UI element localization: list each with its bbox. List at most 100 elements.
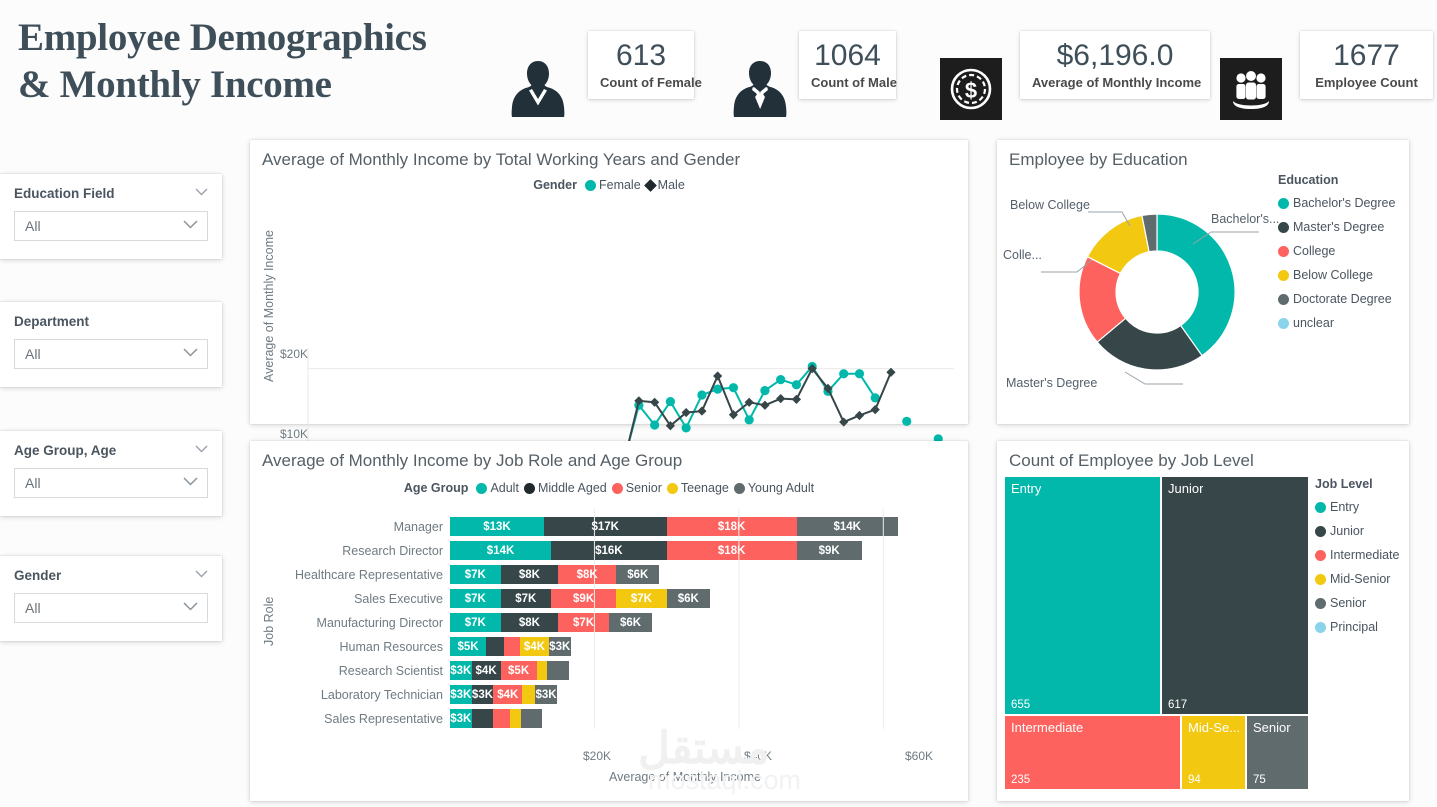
legend-item-doctorate[interactable]: Doctorate Degree <box>1278 292 1395 306</box>
legend-item-below-college[interactable]: Below College <box>1278 268 1395 282</box>
chevron-down-icon[interactable] <box>183 348 198 360</box>
bar-segment[interactable]: $5K <box>500 661 537 680</box>
bar-segment[interactable] <box>522 685 536 704</box>
bar-row[interactable]: $13K $17K $18K $14K <box>450 517 898 536</box>
treemap-cell-entry[interactable]: Entry 655 <box>1005 477 1160 714</box>
slicer-dropdown[interactable]: All <box>14 593 208 623</box>
bar-row[interactable]: $3K $3K $4K $3K <box>450 685 557 704</box>
treemap-cell-junior[interactable]: Junior 617 <box>1162 477 1308 714</box>
bar-segment[interactable]: $14K <box>450 541 552 560</box>
legend-item-senior[interactable]: Senior <box>611 481 662 495</box>
bar-segment[interactable]: $13K <box>450 517 544 536</box>
bar-row[interactable]: $7K $7K $9K $7K $6K <box>450 589 710 608</box>
chevron-down-icon[interactable] <box>195 188 208 199</box>
bar-segment[interactable]: $16K <box>551 541 667 560</box>
legend-item-mid-senior[interactable]: Mid-Senior <box>1315 572 1399 586</box>
bar-segment[interactable] <box>546 661 570 680</box>
legend-item-unclear[interactable]: unclear <box>1278 316 1395 330</box>
legend-item-middle-aged[interactable]: Middle Aged <box>523 481 607 495</box>
bar-segment[interactable]: $3K <box>471 685 494 704</box>
bar-segment[interactable]: $6K <box>608 613 653 632</box>
kpi-card-employee[interactable]: 1677 Employee Count <box>1300 31 1433 99</box>
bar-segment[interactable]: $14K <box>796 517 898 536</box>
bar-segment[interactable]: $3K <box>548 637 571 656</box>
bar-segment[interactable] <box>492 709 510 728</box>
bar-segment[interactable]: $5K <box>450 637 487 656</box>
visual-line-chart[interactable]: Average of Monthly Income by Total Worki… <box>250 140 968 554</box>
visual-bar-chart[interactable]: Average of Monthly Income by Job Role an… <box>250 441 968 801</box>
bar-segment[interactable] <box>509 709 521 728</box>
treemap-cell-intermediate[interactable]: Intermediate 235 <box>1005 716 1180 789</box>
legend-item-masters[interactable]: Master's Degree <box>1278 220 1395 234</box>
bar-segment[interactable]: $4K <box>471 661 501 680</box>
bar-row[interactable]: $7K $8K $7K $6K <box>450 613 653 632</box>
slicer-gender[interactable]: Gender All <box>0 556 222 641</box>
bar-segment[interactable]: $7K <box>450 589 501 608</box>
visual-treemap[interactable]: Count of Employee by Job Level Entry 655… <box>997 441 1409 801</box>
kpi-card-male[interactable]: 1064 Count of Male <box>799 31 897 99</box>
slicer-dropdown[interactable]: All <box>14 468 208 498</box>
kpi-card-income[interactable]: $6,196.0 Average of Monthly Income <box>1020 31 1210 99</box>
bar-segment[interactable]: $7K <box>558 613 609 632</box>
treemap-cell-senior[interactable]: Senior 75 <box>1247 716 1308 789</box>
bar-segment[interactable]: $9K <box>551 589 617 608</box>
bar-segment[interactable]: $8K <box>558 565 617 584</box>
treemap-cell-mid-senior[interactable]: Mid-Se... 94 <box>1182 716 1245 789</box>
slicer-department[interactable]: Department All <box>0 302 222 387</box>
bar-row[interactable]: $3K $4K $5K <box>450 661 570 680</box>
bar-segment[interactable] <box>504 637 521 656</box>
bar-segment[interactable]: $3K <box>450 661 472 680</box>
bar-segment[interactable]: $7K <box>616 589 667 608</box>
chevron-down-icon[interactable] <box>195 445 208 456</box>
y-axis-title: Job Role <box>262 596 276 646</box>
visual-donut-chart[interactable]: Employee by Education Below College Coll… <box>997 140 1409 424</box>
bar-row[interactable]: $5K $4K $3K <box>450 637 571 656</box>
bar-segment[interactable]: $3K <box>535 685 557 704</box>
bar-segment[interactable]: $6K <box>616 565 660 584</box>
bar-row[interactable]: $14K $16K $18K $9K <box>450 541 862 560</box>
legend-item-teenage[interactable]: Teenage <box>666 481 729 495</box>
kpi-value: 1064 <box>814 39 881 72</box>
legend-item-young-adult[interactable]: Young Adult <box>733 481 814 495</box>
legend-item-senior[interactable]: Senior <box>1315 596 1399 610</box>
bar-segment[interactable]: $4K <box>520 637 549 656</box>
bar-segment[interactable]: $3K <box>450 685 472 704</box>
chevron-down-icon[interactable] <box>183 220 198 232</box>
bar-segment[interactable]: $7K <box>450 613 501 632</box>
bar-segment[interactable] <box>536 661 547 680</box>
bar-segment[interactable]: $7K <box>500 589 552 608</box>
bar-segment[interactable]: $3K <box>450 709 472 728</box>
chevron-down-icon[interactable] <box>195 570 208 581</box>
legend-item-principal[interactable]: Principal <box>1315 620 1399 634</box>
slicer-dropdown[interactable]: All <box>14 339 208 369</box>
bar-row[interactable]: $3K <box>450 709 542 728</box>
bar-segment[interactable]: $18K <box>666 541 797 560</box>
bar-segment[interactable]: $17K <box>543 517 667 536</box>
bar-segment[interactable]: $9K <box>796 541 862 560</box>
bar-segment[interactable] <box>520 709 542 728</box>
bar-segment[interactable] <box>486 637 505 656</box>
bar-segment[interactable]: $4K <box>493 685 523 704</box>
bar-segment[interactable]: $6K <box>666 589 710 608</box>
bar-row[interactable]: $7K $8K $8K $6K <box>450 565 660 584</box>
chevron-down-icon[interactable] <box>183 602 198 614</box>
legend-item-entry[interactable]: Entry <box>1315 500 1399 514</box>
legend-swatch <box>666 482 678 494</box>
legend-item-college[interactable]: College <box>1278 244 1395 258</box>
legend-swatch <box>523 482 535 494</box>
slicer-dropdown[interactable]: All <box>14 211 208 241</box>
legend-item-junior[interactable]: Junior <box>1315 524 1399 538</box>
kpi-card-female[interactable]: 613 Count of Female <box>588 31 702 99</box>
legend-item-intermediate[interactable]: Intermediate <box>1315 548 1399 562</box>
bar-segment[interactable]: $8K <box>500 613 559 632</box>
slicer-education-field[interactable]: Education Field All <box>0 174 222 259</box>
chevron-down-icon[interactable] <box>183 477 198 489</box>
bar-segment[interactable]: $18K <box>666 517 797 536</box>
bar-segment[interactable] <box>471 709 493 728</box>
bar-segment[interactable]: $7K <box>450 565 501 584</box>
slicer-age-group[interactable]: Age Group, Age All <box>0 431 222 516</box>
treemap-cell-value: 617 <box>1168 699 1188 711</box>
bar-segment[interactable]: $8K <box>500 565 559 584</box>
legend-item-adult[interactable]: Adult <box>476 481 519 495</box>
legend-item-bachelors[interactable]: Bachelor's Degree <box>1278 196 1395 210</box>
